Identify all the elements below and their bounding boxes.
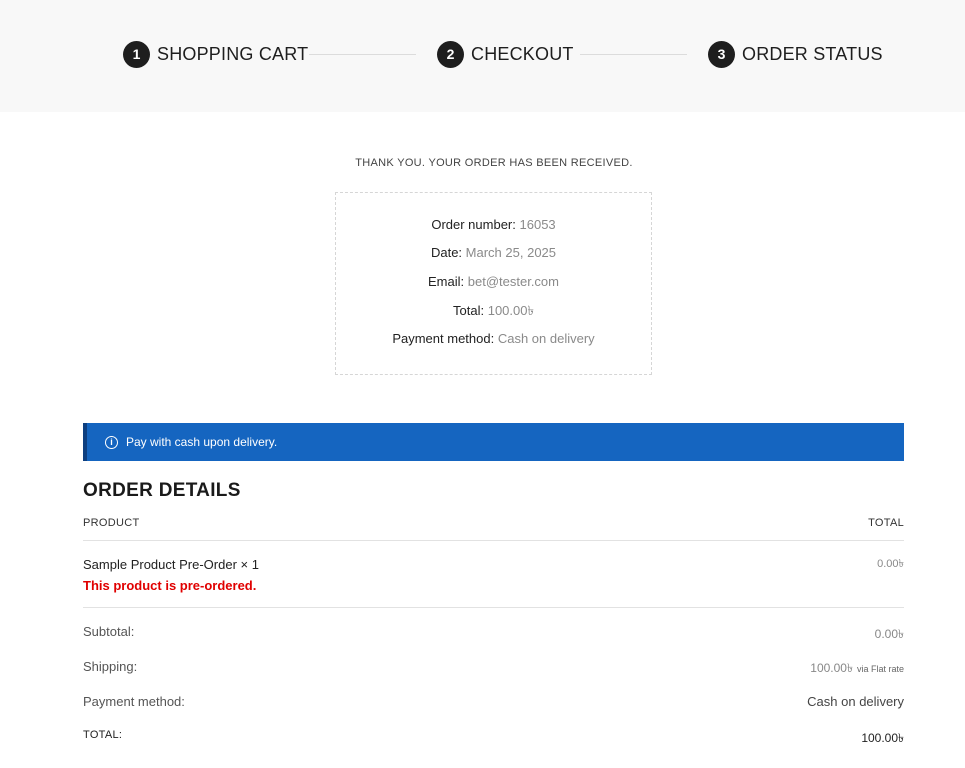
- order-item-name[interactable]: Sample Product Pre-Order × 1: [83, 557, 259, 572]
- step-number-2: 2: [437, 40, 464, 68]
- grand-total-value: 100.00৳: [861, 731, 904, 745]
- shipping-amount: 100.00৳: [810, 661, 853, 675]
- order-total-value: 100.00৳: [487, 303, 534, 318]
- total-column-header: TOTAL: [868, 517, 904, 529]
- order-email-label: Email:: [428, 274, 465, 289]
- shipping-label: Shipping:: [83, 659, 138, 674]
- divider: [83, 540, 904, 541]
- step-divider: [580, 54, 687, 55]
- step-number-3: 3: [708, 40, 735, 68]
- order-payment-row: Payment method: Cash on delivery: [336, 331, 651, 346]
- order-date-row: Date: March 25, 2025: [336, 245, 651, 260]
- step-divider: [309, 54, 416, 55]
- order-total-label: Total:: [453, 303, 485, 318]
- order-email-row: Email: bet@tester.com: [336, 274, 651, 289]
- pre-order-note: This product is pre-ordered.: [83, 578, 257, 593]
- order-details-title: ORDER DETAILS: [83, 480, 241, 501]
- divider: [83, 607, 904, 608]
- order-item-total: 0.00৳: [877, 558, 904, 570]
- payment-notice-text: Pay with cash upon delivery.: [126, 435, 278, 449]
- order-payment-value: Cash on delivery: [497, 331, 595, 346]
- payment-notice: i Pay with cash upon delivery.: [83, 423, 904, 461]
- thank-you-message: THANK YOU. YOUR ORDER HAS BEEN RECEIVED.: [355, 157, 633, 169]
- order-date-value: March 25, 2025: [465, 245, 557, 260]
- info-icon: i: [105, 435, 118, 449]
- step-label-order-status: ORDER STATUS: [742, 43, 883, 64]
- order-number-label: Order number:: [431, 217, 516, 232]
- order-overview: Order number: 16053 Date: March 25, 2025…: [335, 192, 652, 375]
- grand-total-label: TOTAL:: [83, 729, 123, 741]
- shipping-method: via Flat rate: [856, 664, 904, 674]
- order-date-label: Date:: [430, 245, 463, 260]
- product-column-header: PRODUCT: [83, 517, 140, 529]
- order-number-value: 16053: [519, 217, 556, 232]
- order-total-row: Total: 100.00৳: [336, 302, 651, 323]
- shipping-value: 100.00৳ via Flat rate: [810, 660, 904, 680]
- step-label-shopping-cart: SHOPPING CART: [157, 43, 309, 64]
- payment-method-label: Payment method:: [83, 694, 185, 709]
- subtotal-label: Subtotal:: [83, 624, 135, 639]
- step-order-status: 3 ORDER STATUS: [708, 40, 883, 68]
- order-payment-label: Payment method:: [392, 331, 495, 346]
- step-shopping-cart[interactable]: 1 SHOPPING CART: [123, 40, 308, 68]
- order-number-row: Order number: 16053: [336, 217, 651, 232]
- step-label-checkout: CHECKOUT: [471, 43, 574, 64]
- payment-method-value: Cash on delivery: [807, 694, 904, 709]
- step-number-1: 1: [123, 40, 150, 68]
- checkout-steps-bar: 1 SHOPPING CART 2 CHECKOUT 3 ORDER STATU…: [0, 0, 965, 112]
- order-email-value: bet@tester.com: [467, 274, 559, 289]
- step-checkout[interactable]: 2 CHECKOUT: [437, 40, 574, 68]
- subtotal-value: 0.00৳: [874, 627, 904, 641]
